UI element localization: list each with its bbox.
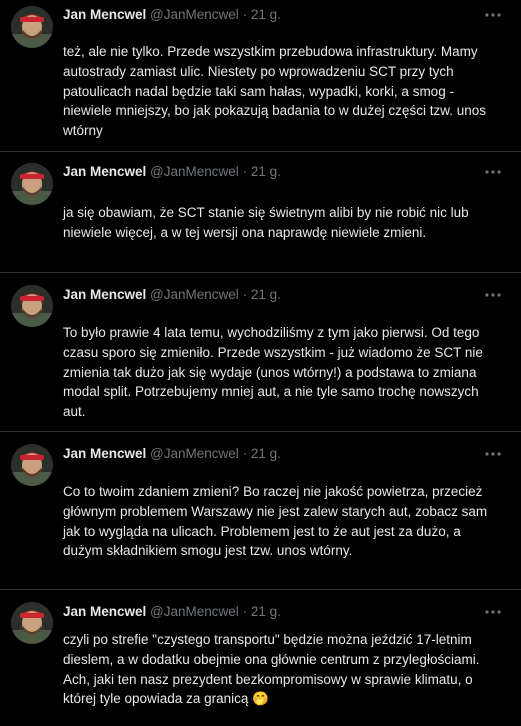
timestamp[interactable]: 21 g. xyxy=(251,446,281,461)
tweet-feed: Jan Mencwel @JanMencwel · 21 g. też, ale… xyxy=(0,0,521,726)
profile-avatar[interactable] xyxy=(11,163,53,205)
author-handle[interactable]: @JanMencwel xyxy=(150,604,239,619)
tweet-header: Jan Mencwel @JanMencwel · 21 g. xyxy=(63,5,281,25)
tweet-text: ja się obawiam, że SCT stanie się świetn… xyxy=(63,205,469,240)
separator: · xyxy=(242,287,248,302)
profile-avatar[interactable] xyxy=(11,444,53,486)
tweet-text: też, ale nie tylko. Przede wszystkim prz… xyxy=(63,44,486,139)
tweet-header: Jan Mencwel @JanMencwel · 21 g. xyxy=(63,602,281,622)
tweet[interactable]: Jan Mencwel @JanMencwel · 21 g. też, ale… xyxy=(0,0,521,152)
author-handle[interactable]: @JanMencwel xyxy=(150,287,239,302)
separator: · xyxy=(242,164,248,179)
tweet[interactable]: Jan Mencwel @JanMencwel · 21 g. czyli po… xyxy=(0,590,521,726)
timestamp[interactable]: 21 g. xyxy=(251,287,281,302)
tweet-header: Jan Mencwel @JanMencwel · 21 g. xyxy=(63,285,281,305)
more-horizontal-icon[interactable] xyxy=(483,5,503,25)
timestamp[interactable]: 21 g. xyxy=(251,164,281,179)
more-horizontal-icon[interactable] xyxy=(483,444,503,464)
tweet[interactable]: Jan Mencwel @JanMencwel · 21 g. Co to tw… xyxy=(0,432,521,590)
author-name[interactable]: Jan Mencwel xyxy=(63,7,146,22)
separator: · xyxy=(242,446,248,461)
more-horizontal-icon[interactable] xyxy=(483,162,503,182)
profile-avatar[interactable] xyxy=(11,602,53,644)
author-name[interactable]: Jan Mencwel xyxy=(63,446,146,461)
profile-avatar[interactable] xyxy=(11,285,53,327)
tweet[interactable]: Jan Mencwel @JanMencwel · 21 g. To było … xyxy=(0,273,521,432)
more-horizontal-icon[interactable] xyxy=(483,285,503,305)
author-name[interactable]: Jan Mencwel xyxy=(63,164,146,179)
author-handle[interactable]: @JanMencwel xyxy=(150,164,239,179)
tweet-text: czyli po strefie "czystego transportu" b… xyxy=(63,632,480,707)
separator: · xyxy=(242,7,248,22)
more-horizontal-icon[interactable] xyxy=(483,602,503,622)
timestamp[interactable]: 21 g. xyxy=(251,7,281,22)
author-handle[interactable]: @JanMencwel xyxy=(150,7,239,22)
author-name[interactable]: Jan Mencwel xyxy=(63,604,146,619)
author-name[interactable]: Jan Mencwel xyxy=(63,287,146,302)
tweet-text: To było prawie 4 lata temu, wychodziliśm… xyxy=(63,325,483,420)
author-handle[interactable]: @JanMencwel xyxy=(150,446,239,461)
profile-avatar[interactable] xyxy=(11,6,53,48)
timestamp[interactable]: 21 g. xyxy=(251,604,281,619)
tweet-header: Jan Mencwel @JanMencwel · 21 g. xyxy=(63,444,281,464)
tweet-text: Co to twoim zdaniem zmieni? Bo raczej ni… xyxy=(63,484,488,559)
tweet[interactable]: Jan Mencwel @JanMencwel · 21 g. ja się o… xyxy=(0,152,521,273)
tweet-header: Jan Mencwel @JanMencwel · 21 g. xyxy=(63,162,281,182)
separator: · xyxy=(242,604,248,619)
